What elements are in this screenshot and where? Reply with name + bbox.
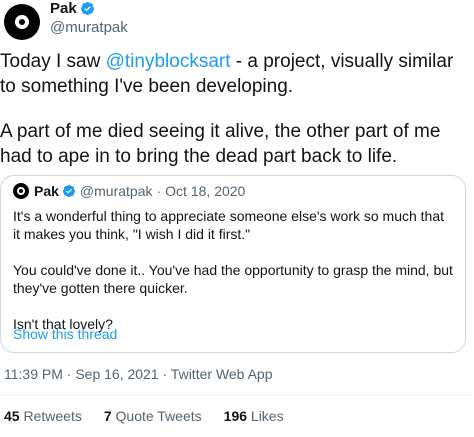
tweet-paragraph-1: Today I saw @tinyblocksart - a project, … <box>0 49 470 99</box>
quoted-author-handle: @muratpak <box>79 183 153 199</box>
likes-stat[interactable]: 196 Likes <box>224 408 284 424</box>
quote-tweets-stat[interactable]: 7 Quote Tweets <box>104 408 202 424</box>
avatar[interactable] <box>4 4 40 40</box>
divider <box>0 395 470 396</box>
quoted-paragraph-2: You could've done it.. You've had the op… <box>13 262 453 296</box>
tweet-text-prefix: Today I saw <box>0 51 106 72</box>
tweet-timestamp[interactable]: 11:39 PM · Sep 16, 2021 · Twitter Web Ap… <box>4 366 273 382</box>
author-name-row[interactable]: Pak <box>50 0 95 17</box>
verified-badge-icon <box>62 184 76 198</box>
verified-badge-icon <box>80 1 94 16</box>
author-handle[interactable]: @muratpak <box>50 19 128 36</box>
quoted-tweet-body: It's a wonderful thing to appreciate som… <box>13 207 453 333</box>
meta-separator: · <box>156 183 162 199</box>
author-name[interactable]: Pak <box>50 0 77 17</box>
mention-link[interactable]: @tinyblocksart <box>106 51 231 72</box>
quoted-paragraph-1: It's a wonderful thing to appreciate som… <box>13 208 445 242</box>
tweet-paragraph-2: A part of me died seeing it alive, the o… <box>0 121 441 167</box>
quoted-avatar <box>13 183 29 199</box>
quoted-tweet-header: Pak @muratpak · Oct 18, 2020 <box>13 183 245 199</box>
tweet-body: Today I saw @tinyblocksart - a project, … <box>0 49 470 169</box>
engagement-stats: 45 Retweets 7 Quote Tweets 196 Likes <box>4 408 306 424</box>
show-thread-link[interactable]: Show this thread <box>13 326 117 342</box>
quoted-tweet-card[interactable]: Pak @muratpak · Oct 18, 2020 It's a wond… <box>0 175 466 353</box>
retweets-stat[interactable]: 45 Retweets <box>4 408 82 424</box>
quoted-date: Oct 18, 2020 <box>165 183 246 199</box>
quoted-author-name: Pak <box>34 183 59 199</box>
avatar-logo-icon <box>15 15 29 29</box>
